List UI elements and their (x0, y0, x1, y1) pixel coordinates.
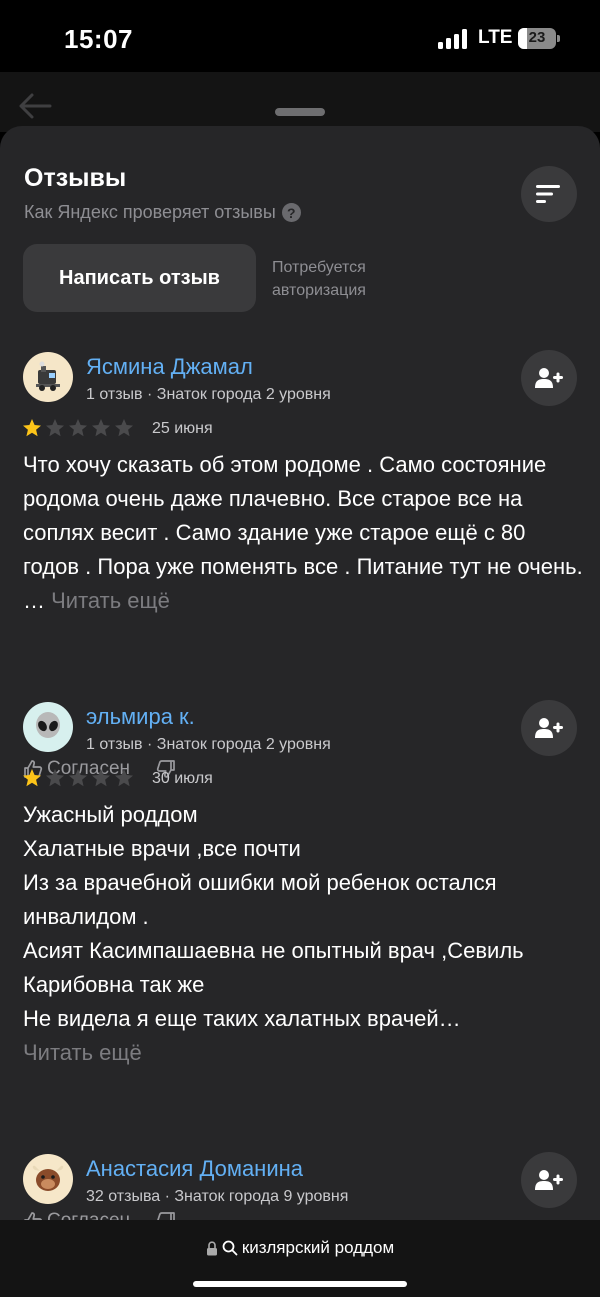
star-empty-icon (115, 769, 133, 787)
star-empty-icon (69, 419, 87, 437)
write-review-button[interactable]: Написать отзыв (23, 244, 256, 312)
agree-label: Согласен (47, 1210, 130, 1220)
star-empty-icon (46, 769, 64, 787)
status-time: 15:07 (64, 24, 133, 54)
verification-link-label: Как Яндекс проверяет отзывы (24, 202, 276, 222)
author-meta: 1 отзыв · Знаток города 2 уровня (86, 736, 331, 753)
address-text: кизлярский роддом (241, 1238, 395, 1257)
alien-icon (36, 712, 60, 738)
add-user-icon (535, 1170, 563, 1190)
avatar[interactable] (23, 1154, 73, 1204)
review-date: 25 июня (152, 420, 213, 437)
avatar[interactable] (23, 352, 73, 402)
star-empty-icon (115, 419, 133, 437)
help-icon: ? (281, 203, 301, 222)
review-date: 30 июля (152, 770, 213, 787)
verification-link[interactable]: Как Яндекс проверяет отзывы ? (24, 202, 301, 223)
sort-button[interactable] (521, 166, 577, 222)
battery-cap (557, 35, 560, 42)
review-text: Ужасный роддом Халатные врачи ,все почти… (23, 798, 583, 1070)
dislike-button[interactable] (156, 1211, 176, 1220)
read-more-link[interactable]: Читать ещё (23, 1040, 142, 1065)
yak-icon (32, 1165, 64, 1191)
star-empty-icon (92, 769, 110, 787)
address-bar[interactable]: кизлярский роддом (0, 1238, 600, 1258)
review-text: Что хочу сказать об этом родоме . Само с… (23, 448, 583, 618)
author-meta: 1 отзыв · Знаток города 2 уровня (86, 386, 331, 403)
subscribe-button[interactable] (521, 350, 577, 406)
author-meta: 32 отзыва · Знаток города 9 уровня (86, 1188, 349, 1205)
status-bar: 15:07 LTE 23 (0, 0, 600, 72)
author-name[interactable]: эльмира к. (86, 704, 195, 730)
star-filled-icon (23, 419, 41, 437)
star-empty-icon (46, 419, 64, 437)
star-empty-icon (92, 419, 110, 437)
signal-icon (438, 29, 470, 49)
battery-level: 23 (528, 29, 546, 46)
subscribe-button[interactable] (521, 700, 577, 756)
sort-icon (536, 185, 560, 203)
rating-stars (22, 768, 134, 788)
author-name[interactable]: Анастасия Доманина (86, 1156, 303, 1182)
review-body: Ужасный роддом Халатные врачи ,все почти… (23, 802, 524, 1031)
search-icon (222, 1240, 238, 1256)
sheet-drag-handle[interactable] (275, 108, 325, 116)
avatar[interactable] (23, 702, 73, 752)
home-indicator (193, 1281, 407, 1287)
network-type: LTE (478, 27, 513, 48)
auth-note: Потребуется авторизация (272, 259, 366, 299)
star-filled-icon (23, 769, 41, 787)
page-title: Отзывы (24, 164, 127, 192)
browser-bar: кизлярский роддом (0, 1220, 600, 1297)
reviews-sheet: Отзывы Как Яндекс проверяет отзывы ? Нап… (0, 126, 600, 1220)
read-more-link[interactable]: Читать ещё (51, 588, 170, 613)
thumbs-up-icon (24, 1212, 43, 1220)
agree-button[interactable]: Согласен (23, 1210, 130, 1220)
battery-icon: 23 (518, 28, 556, 49)
lock-icon (206, 1240, 217, 1255)
subscribe-button[interactable] (521, 1152, 577, 1208)
review-actions: Согласен (23, 1210, 176, 1220)
train-icon (36, 361, 60, 391)
add-user-icon (535, 368, 563, 388)
author-name[interactable]: Ясмина Джамал (86, 354, 253, 380)
thumbs-down-icon (157, 1212, 175, 1220)
rating-stars (22, 418, 134, 438)
map-background (0, 72, 600, 132)
star-empty-icon (69, 769, 87, 787)
back-arrow-icon[interactable] (18, 92, 52, 120)
add-user-icon (535, 718, 563, 738)
